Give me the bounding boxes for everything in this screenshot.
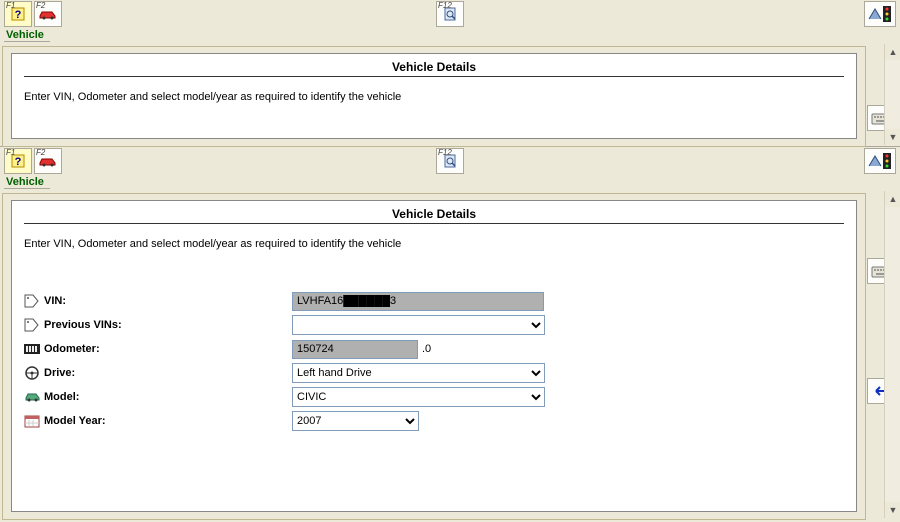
scrollbar[interactable]: ▲ ▼ <box>884 191 900 518</box>
odometer-label: Odometer: <box>44 343 292 355</box>
odometer-icon <box>24 343 40 355</box>
vehicle-details-panel: Vehicle Details Enter VIN, Odometer and … <box>11 53 857 139</box>
app-window-1: F1 ? F2 F12 Vehicle <box>0 0 900 147</box>
panel-title: Vehicle Details <box>24 60 844 74</box>
f1-help-button[interactable]: F1 ? <box>4 148 32 174</box>
prev-vin-select[interactable] <box>292 315 545 335</box>
tab-strip: Vehicle <box>0 175 900 191</box>
divider <box>24 223 844 224</box>
scroll-down[interactable]: ▼ <box>885 502 900 518</box>
drive-label: Drive: <box>44 367 292 379</box>
scroll-down[interactable]: ▼ <box>885 129 900 145</box>
car-small-icon <box>24 391 42 403</box>
tab-vehicle[interactable]: Vehicle <box>4 175 50 189</box>
panel-title: Vehicle Details <box>24 207 844 221</box>
f12-search-button[interactable]: F12 <box>436 1 464 27</box>
vin-input[interactable] <box>292 292 544 311</box>
toolbar: F1 ? F2 F12 <box>0 147 900 175</box>
scrollbar[interactable]: ▲ ▼ <box>884 44 900 145</box>
row-odometer: Odometer: .0 <box>24 338 844 360</box>
toolbar: F1 ? F2 F12 <box>0 0 900 28</box>
prev-vin-label: Previous VINs: <box>44 319 292 331</box>
f2-car-button[interactable]: F2 <box>34 148 62 174</box>
calendar-icon <box>24 414 40 428</box>
diagnostic-icon <box>867 152 893 170</box>
scroll-up[interactable]: ▲ <box>885 44 900 60</box>
drive-select[interactable]: Left hand Drive <box>292 363 545 383</box>
f1-help-button[interactable]: F1 ? <box>4 1 32 27</box>
tag-icon <box>24 318 40 332</box>
row-vin: VIN: <box>24 290 844 312</box>
tab-vehicle[interactable]: Vehicle <box>4 28 50 42</box>
instruction-text: Enter VIN, Odometer and select model/yea… <box>24 91 844 103</box>
instruction-text: Enter VIN, Odometer and select model/yea… <box>24 238 844 250</box>
f2-car-button[interactable]: F2 <box>34 1 62 27</box>
year-select[interactable]: 2007 <box>292 411 419 431</box>
scroll-up[interactable]: ▲ <box>885 191 900 207</box>
divider <box>24 76 844 77</box>
tab-strip: Vehicle <box>0 28 900 44</box>
row-drive: Drive: Left hand Drive <box>24 362 844 384</box>
diagnostic-icon <box>867 5 893 23</box>
svg-text:?: ? <box>15 9 22 21</box>
steering-icon <box>24 365 40 381</box>
f12-search-button[interactable]: F12 <box>436 148 464 174</box>
diagnostic-button[interactable] <box>864 1 896 27</box>
model-select[interactable]: CIVIC <box>292 387 545 407</box>
model-label: Model: <box>44 391 292 403</box>
svg-text:?: ? <box>15 156 22 168</box>
row-model: Model: CIVIC <box>24 386 844 408</box>
tag-icon <box>24 294 40 308</box>
vehicle-details-panel: Vehicle Details Enter VIN, Odometer and … <box>11 200 857 512</box>
odometer-suffix: .0 <box>422 343 431 355</box>
row-year: Model Year: 2007 <box>24 410 844 432</box>
row-prev-vin: Previous VINs: <box>24 314 844 336</box>
year-label: Model Year: <box>44 415 292 427</box>
vin-label: VIN: <box>44 295 292 307</box>
diagnostic-button[interactable] <box>864 148 896 174</box>
app-window-2: F1 ? F2 F12 Vehicle <box>0 147 900 522</box>
odometer-input[interactable] <box>292 340 418 359</box>
